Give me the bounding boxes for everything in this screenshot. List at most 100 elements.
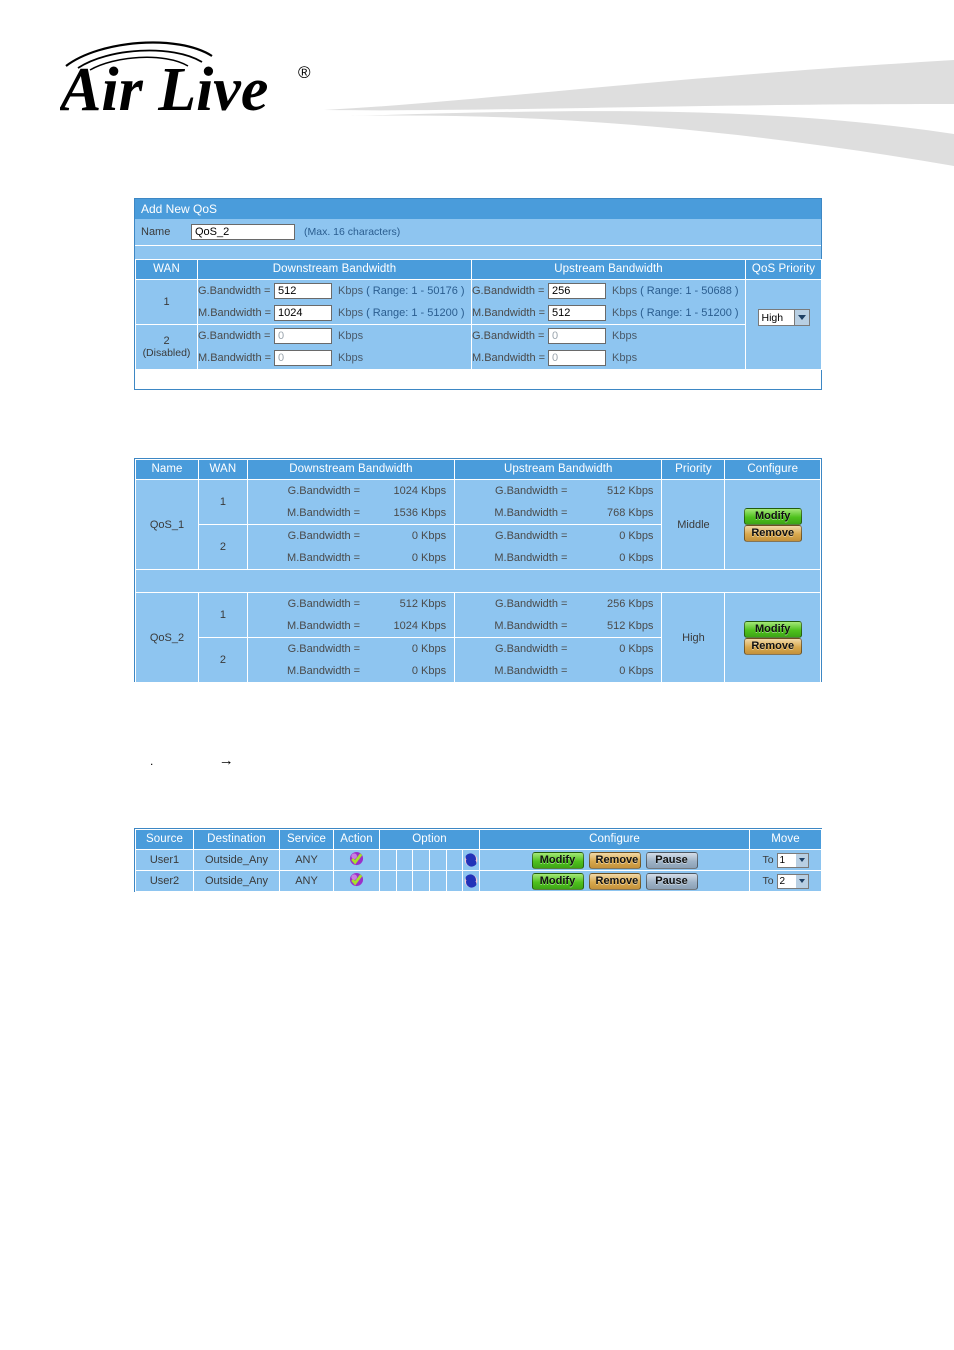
wan1-number: 1 xyxy=(163,296,170,308)
row2-service: ANY xyxy=(279,870,334,892)
qos2-w1-ds-m-label: M.Bandwidth = xyxy=(287,620,361,632)
qos2-w2-ds-m-value: 0 Kbps xyxy=(411,665,447,677)
row1-remove-button[interactable]: Remove xyxy=(588,851,641,869)
wan2-ds-g-unit: Kbps xyxy=(338,330,364,342)
wan2-label-cell: 2 (Disabled) xyxy=(135,324,198,370)
wan1-ds-g-label: G.Bandwidth = xyxy=(198,285,271,297)
wan2-us-g-input[interactable] xyxy=(548,328,606,344)
permit-icon xyxy=(349,872,364,887)
wan1-us-m-input[interactable] xyxy=(548,305,606,321)
row1-move-select[interactable]: 1 xyxy=(776,852,809,868)
table-row: User2 Outside_Any ANY Modify Remove Paus… xyxy=(135,870,822,892)
wan1-us-m-line: M.Bandwidth = Kbps ( Range: 1 - 51200 ) xyxy=(472,302,745,324)
col-upstream: Upstream Bandwidth xyxy=(471,259,746,280)
qos-list-spacer-row xyxy=(135,569,821,593)
wan1-us-g-input[interactable] xyxy=(548,283,606,299)
qos2-modify-button[interactable]: Modify xyxy=(743,620,802,638)
qos-priority-select[interactable]: High xyxy=(757,309,810,326)
qos-name-row: Name (Max. 16 characters) xyxy=(135,219,821,246)
wan2-upstream-cell: G.Bandwidth = Kbps M.Bandwidth = Kbps xyxy=(471,324,746,370)
wan1-us-g-label: G.Bandwidth = xyxy=(472,285,545,297)
qos1-configure-cell: Modify Remove xyxy=(724,479,821,570)
qos1-priority-cell: Middle xyxy=(661,479,726,570)
row2-remove-button[interactable]: Remove xyxy=(588,872,641,890)
qos1-wan2-upstream: G.Bandwidth = 0 Kbps M.Bandwidth = 0 Kbps xyxy=(454,524,663,570)
row2-move-prefix: To xyxy=(762,875,774,887)
row1-move-cell: To 1 xyxy=(749,849,822,871)
qos2-w1-ds-g-label: G.Bandwidth = xyxy=(287,598,361,610)
qos1-modify-button[interactable]: Modify xyxy=(743,507,802,525)
wan2-us-g-unit: Kbps xyxy=(612,330,638,342)
qos2-w1-ds-g-value: 512 Kbps xyxy=(399,598,447,610)
wan1-ds-m-label: M.Bandwidth = xyxy=(198,307,272,319)
chevron-down-icon[interactable] xyxy=(793,310,809,325)
qos-list-panel: Name WAN Downstream Bandwidth Upstream B… xyxy=(134,458,822,683)
page-header: Air Live ® xyxy=(0,0,954,170)
row2-opt-3 xyxy=(413,871,431,891)
row1-modify-button[interactable]: Modify xyxy=(531,851,584,869)
airlive-logo-text: Air Live xyxy=(60,56,268,120)
wan2-ds-g-line: G.Bandwidth = Kbps xyxy=(198,325,471,347)
chevron-down-icon[interactable] xyxy=(795,853,808,867)
table-row: QoS_1 1 G.Bandwidth = 1024 Kbps M.Bandwid… xyxy=(135,479,821,570)
qos1-w2-us-g-value: 0 Kbps xyxy=(619,530,654,542)
qos2-remove-button[interactable]: Remove xyxy=(743,637,802,655)
qos1-wan1-cell: 1 xyxy=(198,479,248,525)
qos1-w2-us-g-label: G.Bandwidth = xyxy=(494,530,568,542)
row2-pause-button[interactable]: Pause xyxy=(645,872,698,890)
qos2-w2-us-m-label: M.Bandwidth = xyxy=(494,665,568,677)
wan1-ds-m-input[interactable] xyxy=(274,305,332,321)
qos1-w1-ds-m-value: 1536 Kbps xyxy=(393,507,447,519)
qos2-name-cell: QoS_2 xyxy=(135,592,199,683)
wan2-us-g-label: G.Bandwidth = xyxy=(472,330,545,342)
wan2-ds-m-input[interactable] xyxy=(274,350,332,366)
row2-opt-1 xyxy=(380,871,397,891)
qos-name-input[interactable] xyxy=(191,224,295,240)
row2-move-select[interactable]: 2 xyxy=(776,873,809,889)
qos1-name-cell: QoS_1 xyxy=(135,479,199,570)
wan1-ds-g-input[interactable] xyxy=(274,283,332,299)
policy-list-panel: Source Destination Service Action Option… xyxy=(134,828,822,892)
row1-source: User1 xyxy=(135,849,194,871)
wan2-us-m-unit: Kbps xyxy=(612,352,638,364)
wan2-ds-g-input[interactable] xyxy=(274,328,332,344)
qos1-remove-button[interactable]: Remove xyxy=(743,524,802,542)
add-qos-header-row: WAN Downstream Bandwidth Upstream Bandwi… xyxy=(135,259,822,280)
qos-priority-cell: High xyxy=(745,279,822,370)
wan2-us-m-line: M.Bandwidth = Kbps xyxy=(472,347,745,369)
row2-opt-5 xyxy=(447,871,464,891)
wan1-upstream-cell: G.Bandwidth = Kbps ( Range: 1 - 50688 ) … xyxy=(471,279,746,325)
col-wan: WAN xyxy=(135,259,198,280)
row1-action-cell xyxy=(333,849,380,871)
wan1-ds-g-range: ( Range: 1 - 50176 ) xyxy=(366,285,465,297)
row1-opt-2 xyxy=(397,850,414,870)
wan1-ds-m-line: M.Bandwidth = Kbps ( Range: 1 - 51200 ) xyxy=(198,302,471,324)
qos2-w1-us-g-value: 256 Kbps xyxy=(606,598,654,610)
wan1-us-g-range: ( Range: 1 - 50688 ) xyxy=(640,285,739,297)
row2-modify-button[interactable]: Modify xyxy=(531,872,584,890)
col-service: Service xyxy=(279,829,334,850)
panel-blank-strip xyxy=(135,246,821,259)
airlive-trademark: ® xyxy=(298,63,311,82)
chevron-down-icon[interactable] xyxy=(795,874,808,888)
wan1-ds-m-unit: Kbps xyxy=(338,307,364,319)
wan1-us-m-unit: Kbps xyxy=(612,307,638,319)
wan2-us-m-input[interactable] xyxy=(548,350,606,366)
row1-move-value: 1 xyxy=(779,854,786,866)
qos2-wan1-upstream: G.Bandwidth = 256 Kbps M.Bandwidth = 512 K… xyxy=(454,592,663,638)
row1-pause-button[interactable]: Pause xyxy=(645,851,698,869)
qos1-wan2-downstream: G.Bandwidth = 0 Kbps M.Bandwidth = 0 Kbps xyxy=(246,524,456,570)
row2-opt-4 xyxy=(430,871,447,891)
wan1-label-cell: 1 xyxy=(135,279,198,325)
qos2-w2-ds-g-label: G.Bandwidth = xyxy=(287,643,361,655)
wan1-us-m-label: M.Bandwidth = xyxy=(472,307,546,319)
col-configure: Configure xyxy=(724,459,821,480)
qos1-w2-us-m-label: M.Bandwidth = xyxy=(494,552,568,564)
qos2-w2-ds-g-value: 0 Kbps xyxy=(411,643,447,655)
qos1-w2-ds-g-value: 0 Kbps xyxy=(411,530,447,542)
qos1-w1-us-m-label: M.Bandwidth = xyxy=(494,507,568,519)
row1-destination: Outside_Any xyxy=(193,849,280,871)
row2-move-value: 2 xyxy=(779,875,786,887)
add-qos-table: WAN Downstream Bandwidth Upstream Bandwi… xyxy=(135,259,822,370)
qos1-w2-ds-g-label: G.Bandwidth = xyxy=(287,530,361,542)
